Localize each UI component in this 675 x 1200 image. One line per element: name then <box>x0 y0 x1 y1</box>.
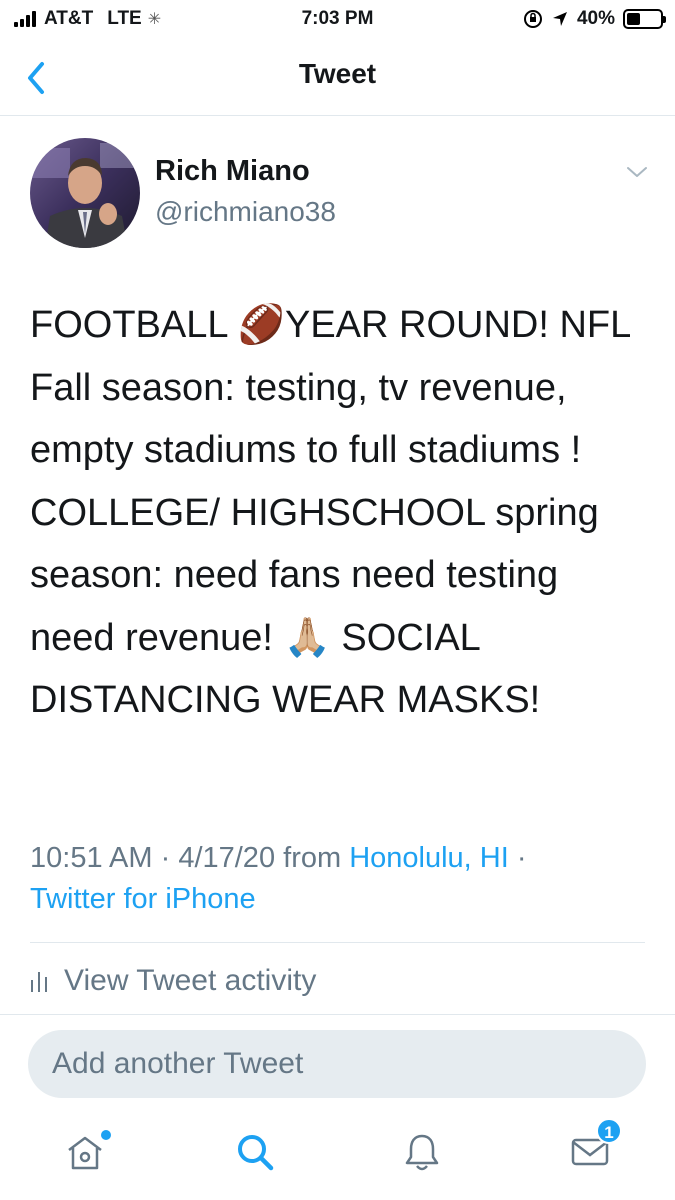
tab-search[interactable] <box>227 1124 283 1180</box>
tab-home[interactable] <box>57 1124 113 1180</box>
tweet-options-button[interactable] <box>625 162 649 182</box>
view-activity-button[interactable]: View Tweet activity <box>30 964 316 998</box>
add-tweet-placeholder: Add another Tweet <box>52 1047 304 1080</box>
battery-percent: 40% <box>576 8 615 29</box>
messages-badge: 1 <box>596 1118 622 1144</box>
add-tweet-input[interactable]: Add another Tweet <box>28 1030 646 1098</box>
meta-separator: · <box>152 842 179 874</box>
meta-from: from <box>275 842 350 874</box>
orientation-lock-icon <box>523 10 542 28</box>
search-icon <box>238 1135 274 1171</box>
tab-notifications[interactable] <box>394 1124 450 1180</box>
tweet-text-part: FOOTBALL <box>30 304 238 346</box>
author-name[interactable]: Rich Miano <box>155 155 310 188</box>
nav-bar: Tweet <box>0 40 675 116</box>
activity-label: View Tweet activity <box>64 964 317 997</box>
tweet-text-part: YEAR ROUND! NFL Fall season: testing, tv… <box>30 304 630 659</box>
tab-bar: 1 <box>0 1112 675 1200</box>
status-bar: AT&T LTE ✳ 7:03 PM 40% <box>0 0 675 40</box>
praying-hands-emoji: 🙏🏼 <box>283 616 331 659</box>
avatar-image <box>30 138 140 248</box>
tab-messages[interactable]: 1 <box>562 1118 622 1180</box>
avatar[interactable] <box>30 138 140 248</box>
chevron-down-icon <box>627 167 647 177</box>
tweet-date: 4/17/20 <box>178 842 276 874</box>
meta-separator: · <box>508 842 527 874</box>
divider <box>30 942 645 943</box>
football-emoji: 🏈 <box>237 304 285 346</box>
tweet-meta: 10:51 AM · 4/17/20 from Honolulu, HI · T… <box>30 838 650 920</box>
battery-fill <box>627 13 640 25</box>
author-handle[interactable]: @richmiano38 <box>155 196 336 228</box>
home-notification-dot <box>101 1130 111 1140</box>
location-link[interactable]: Honolulu, HI <box>349 842 509 874</box>
bar-chart-icon <box>31 972 47 992</box>
divider <box>0 1014 675 1015</box>
status-right: 40% <box>523 8 666 30</box>
source-link[interactable]: Twitter for iPhone <box>30 883 256 915</box>
battery-icon <box>623 9 666 29</box>
bell-icon <box>405 1134 439 1171</box>
tweet-text: FOOTBALL 🏈YEAR ROUND! NFL Fall season: t… <box>30 294 650 732</box>
tweet-time: 10:51 AM <box>30 842 153 874</box>
page-title: Tweet <box>298 58 377 89</box>
location-arrow-icon <box>552 12 567 26</box>
